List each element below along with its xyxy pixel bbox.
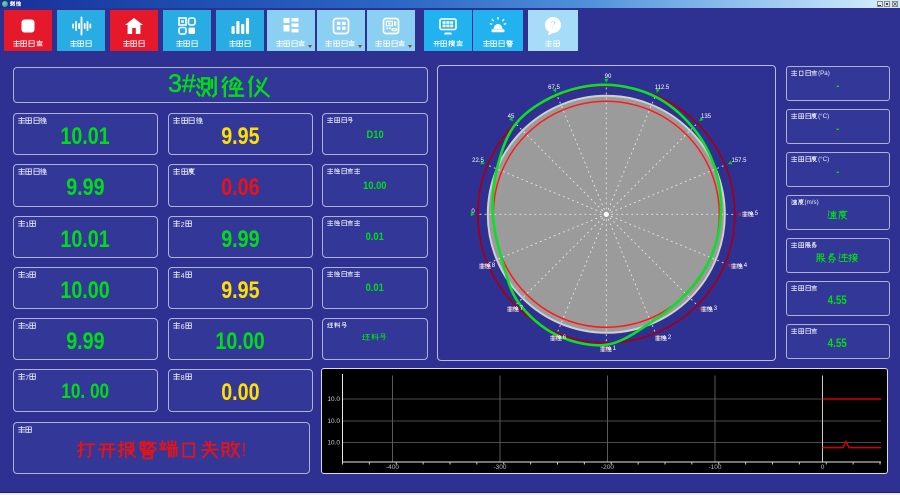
svg-text:-300: -300 [493, 464, 506, 471]
svg-text:-100: -100 [708, 464, 721, 471]
svg-text:?: ? [550, 19, 557, 31]
svg-text:0: 0 [821, 464, 825, 471]
svg-text:10.0: 10.0 [327, 396, 340, 403]
svg-text:10.0: 10.0 [327, 418, 340, 425]
svg-text:-400: -400 [386, 464, 399, 471]
svg-text:-200: -200 [601, 464, 614, 471]
svg-text:10.0: 10.0 [327, 440, 340, 447]
